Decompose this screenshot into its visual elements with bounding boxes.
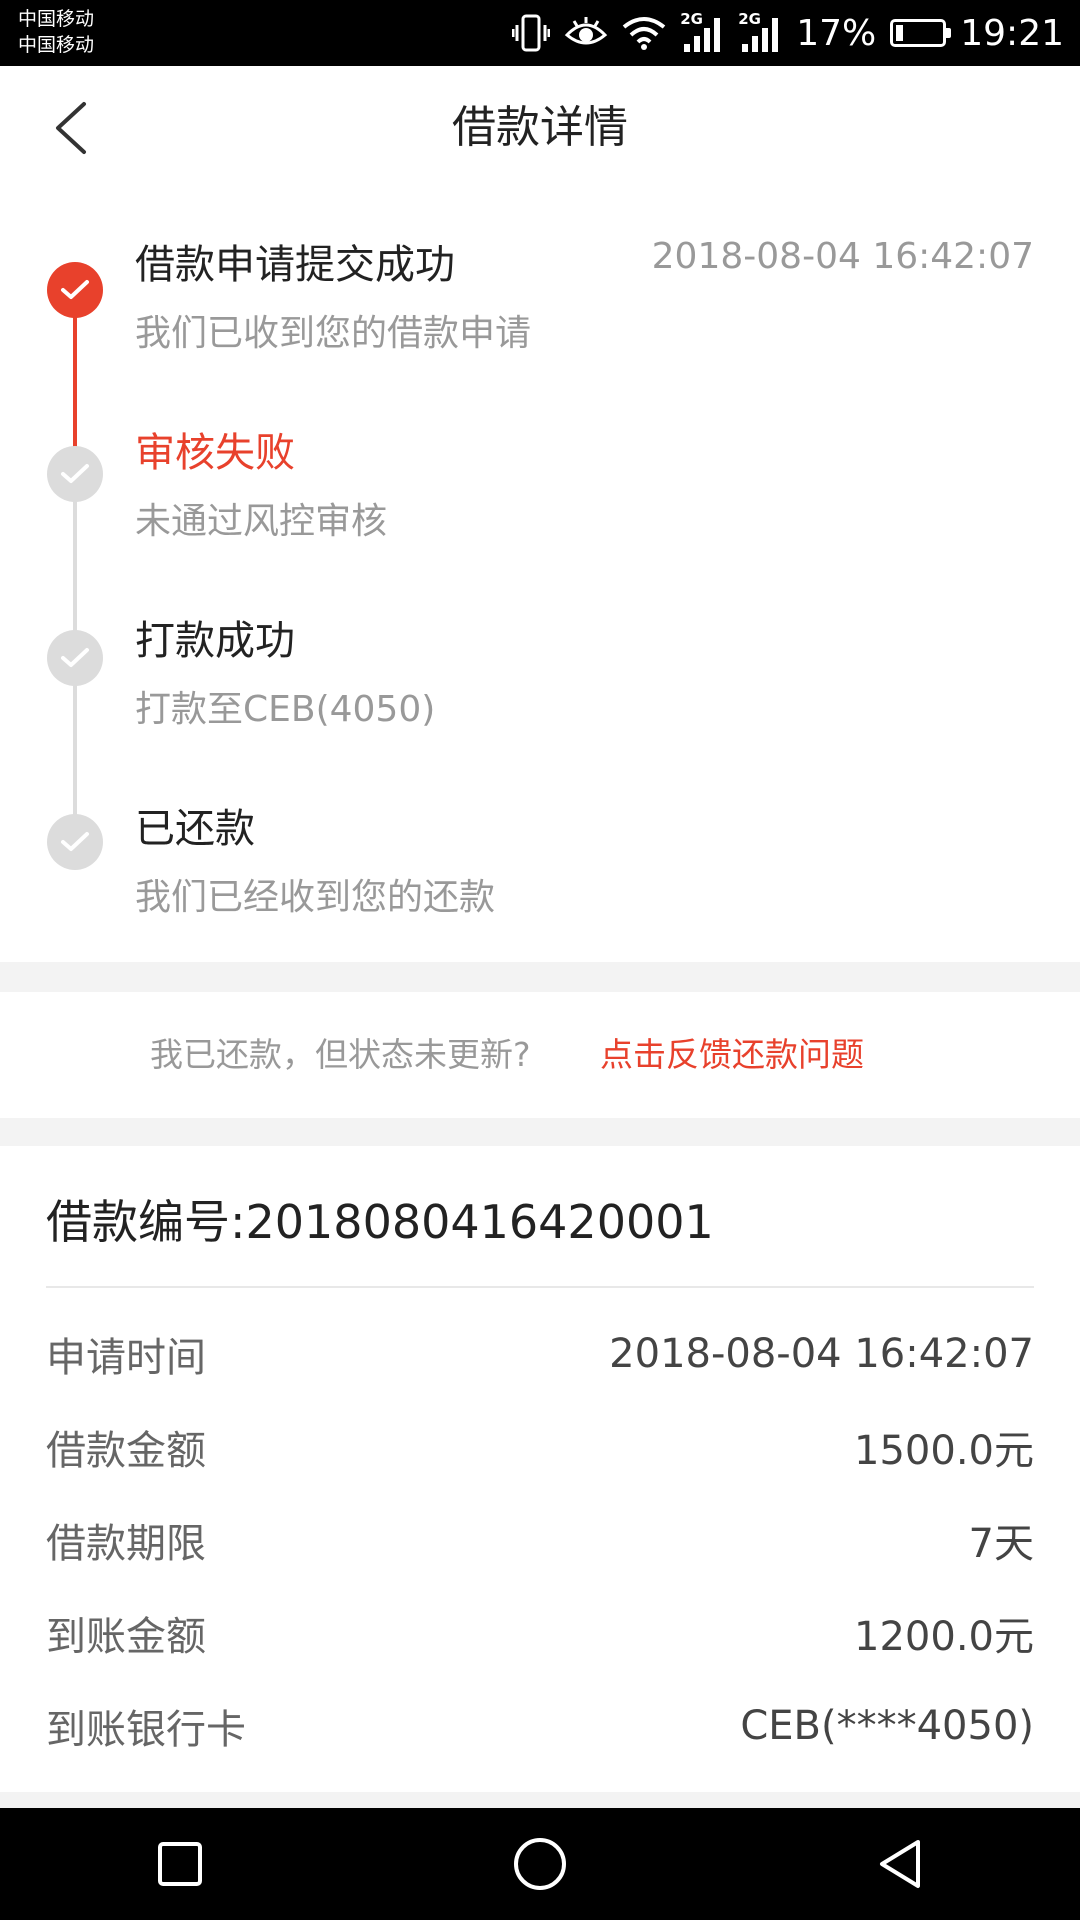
step-title: 已还款 — [135, 806, 255, 852]
step-title: 借款申请提交成功 — [135, 242, 455, 288]
system-back-button[interactable] — [860, 1824, 940, 1904]
loan-details-card: 借款编号:2018080416420001 申请时间 2018-08-04 16… — [0, 1146, 1080, 1792]
step-subtitle: 未通过风控审核 — [135, 501, 388, 542]
detail-row-loan-amount: 借款金额 1500.0元 — [46, 1417, 1034, 1477]
detail-row-loan-term: 借款期限 7天 — [46, 1510, 1034, 1570]
battery-percent: 17% — [796, 12, 877, 54]
step-subtitle: 打款至CEB(4050) — [135, 689, 436, 730]
loan-number: 借款编号:2018080416420001 — [46, 1195, 714, 1249]
detail-label: 到账银行卡 — [46, 1707, 246, 1753]
detail-row-received-amount: 到账金额 1200.0元 — [46, 1603, 1034, 1663]
detail-value: CEB(****4050) — [740, 1703, 1034, 1749]
detail-value: 1200.0元 — [854, 1614, 1034, 1660]
page-title: 借款详情 — [452, 102, 628, 153]
clock: 19:21 — [960, 12, 1064, 54]
detail-row-bank-card: 到账银行卡 CEB(****4050) — [46, 1696, 1034, 1756]
header: 借款详情 — [0, 66, 1080, 190]
step-check-icon — [47, 814, 103, 870]
carrier-1: 中国移动 — [18, 8, 95, 30]
battery-icon — [890, 19, 952, 47]
vibrate-icon — [512, 14, 551, 52]
system-navigation-bar — [0, 1808, 1080, 1920]
check-icon — [61, 464, 89, 483]
detail-label: 借款期限 — [46, 1521, 206, 1567]
detail-value: 7天 — [968, 1521, 1034, 1567]
step-title: 打款成功 — [135, 618, 295, 664]
carrier-labels: 中国移动 中国移动 — [18, 6, 94, 58]
detail-label: 到账金额 — [46, 1614, 206, 1660]
eye-icon — [565, 17, 608, 45]
signal-icon: 2G — [738, 10, 782, 56]
signal-icon: 2G — [680, 10, 724, 56]
detail-label: 申请时间 — [46, 1335, 206, 1381]
step-check-icon — [47, 446, 103, 502]
step-time: 2018-08-04 16:42:07 — [651, 236, 1034, 277]
step-subtitle: 我们已收到您的借款申请 — [135, 313, 532, 354]
home-button[interactable] — [500, 1824, 580, 1904]
recent-apps-button[interactable] — [140, 1824, 220, 1904]
detail-value: 1500.0元 — [854, 1428, 1034, 1474]
detail-label: 借款金额 — [46, 1428, 206, 1474]
repayment-feedback-bar: 我已还款，但状态未更新? 点击反馈还款问题 — [0, 992, 1080, 1118]
feedback-question: 我已还款，但状态未更新? — [150, 1035, 531, 1074]
wifi-icon — [622, 17, 666, 50]
step-complete-icon — [47, 262, 103, 318]
status-icons: 2G 2G 17% 19:21 — [512, 0, 1064, 66]
check-icon — [61, 832, 89, 851]
check-icon — [61, 648, 89, 667]
feedback-link[interactable]: 点击反馈还款问题 — [600, 992, 864, 1118]
carrier-2: 中国移动 — [18, 34, 95, 56]
home-icon — [514, 1838, 566, 1890]
detail-row-apply-time: 申请时间 2018-08-04 16:42:07 — [46, 1324, 1034, 1384]
loan-progress-timeline: 借款申请提交成功 2018-08-04 16:42:07 我们已收到您的借款申请… — [0, 190, 1080, 962]
divider — [46, 1286, 1034, 1288]
detail-value: 2018-08-04 16:42:07 — [609, 1331, 1034, 1377]
step-title: 审核失败 — [135, 430, 295, 476]
status-bar: 中国移动 中国移动 2G 2G 17% 19:21 — [0, 0, 1080, 66]
check-icon — [61, 280, 89, 299]
recent-apps-icon — [158, 1842, 202, 1886]
back-icon — [880, 1840, 920, 1888]
step-check-icon — [47, 630, 103, 686]
step-subtitle: 我们已经收到您的还款 — [135, 877, 496, 918]
